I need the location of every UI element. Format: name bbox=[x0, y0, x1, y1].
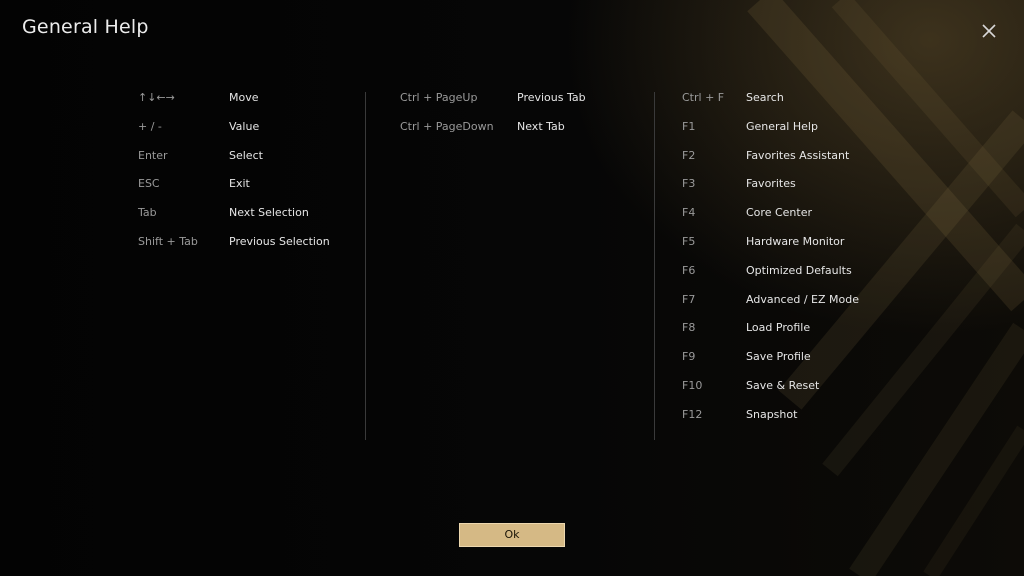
shortcut-key: F5 bbox=[682, 234, 696, 248]
background-decoration bbox=[747, 0, 1024, 576]
shortcut-action: Load Profile bbox=[746, 321, 811, 335]
shortcut-key: Shift + Tab bbox=[138, 234, 198, 248]
shortcut-action: Exit bbox=[229, 177, 250, 191]
ok-button[interactable]: Ok bbox=[459, 523, 565, 547]
close-button[interactable] bbox=[978, 20, 1000, 42]
dialog-title: General Help bbox=[22, 16, 149, 38]
shortcut-action: Snapshot bbox=[746, 407, 798, 421]
shortcut-key: Enter bbox=[138, 148, 168, 162]
shortcut-action: Save & Reset bbox=[746, 378, 820, 392]
shortcut-action: Save Profile bbox=[746, 350, 811, 364]
shortcut-key: Tab bbox=[138, 206, 157, 220]
shortcut-action: Move bbox=[229, 91, 259, 104]
shortcut-key: F4 bbox=[682, 206, 696, 220]
shortcut-action: Select bbox=[229, 148, 263, 162]
shortcut-key: F6 bbox=[682, 263, 696, 277]
shortcut-action: Next Tab bbox=[517, 119, 565, 133]
shortcut-action: Optimized Defaults bbox=[746, 263, 852, 277]
shortcut-action: Previous Tab bbox=[517, 91, 586, 104]
shortcut-key: F8 bbox=[682, 321, 696, 335]
shortcut-action: Value bbox=[229, 119, 260, 133]
shortcut-key: + / - bbox=[138, 119, 162, 133]
shortcut-action: Search bbox=[746, 91, 784, 104]
shortcut-key: F10 bbox=[682, 378, 703, 392]
column-divider bbox=[365, 92, 366, 440]
shortcut-action: Favorites Assistant bbox=[746, 148, 850, 162]
shortcut-key: Ctrl + PageUp bbox=[400, 91, 478, 104]
shortcut-key: ↑↓←→ bbox=[138, 91, 175, 104]
shortcut-key: F3 bbox=[682, 177, 696, 191]
shortcut-key: ESC bbox=[138, 177, 160, 191]
general-help-dialog: General Help ↑↓←→ Move + / - Value Enter… bbox=[0, 0, 1024, 576]
shortcut-action: Previous Selection bbox=[229, 234, 330, 248]
shortcut-key: F12 bbox=[682, 407, 703, 421]
shortcut-action: General Help bbox=[746, 119, 818, 133]
shortcut-key: F7 bbox=[682, 292, 696, 306]
shortcut-key: F1 bbox=[682, 119, 696, 133]
shortcut-action: Next Selection bbox=[229, 206, 309, 220]
shortcut-action: Core Center bbox=[746, 206, 812, 220]
shortcut-action: Favorites bbox=[746, 177, 796, 191]
shortcut-key: Ctrl + PageDown bbox=[400, 119, 494, 133]
shortcut-action: Hardware Monitor bbox=[746, 234, 845, 248]
close-icon bbox=[982, 24, 996, 38]
shortcut-key: Ctrl + F bbox=[682, 91, 725, 104]
shortcut-key: F2 bbox=[682, 148, 696, 162]
shortcut-action: Advanced / EZ Mode bbox=[746, 292, 859, 306]
column-divider bbox=[654, 92, 655, 440]
shortcut-key: F9 bbox=[682, 350, 696, 364]
